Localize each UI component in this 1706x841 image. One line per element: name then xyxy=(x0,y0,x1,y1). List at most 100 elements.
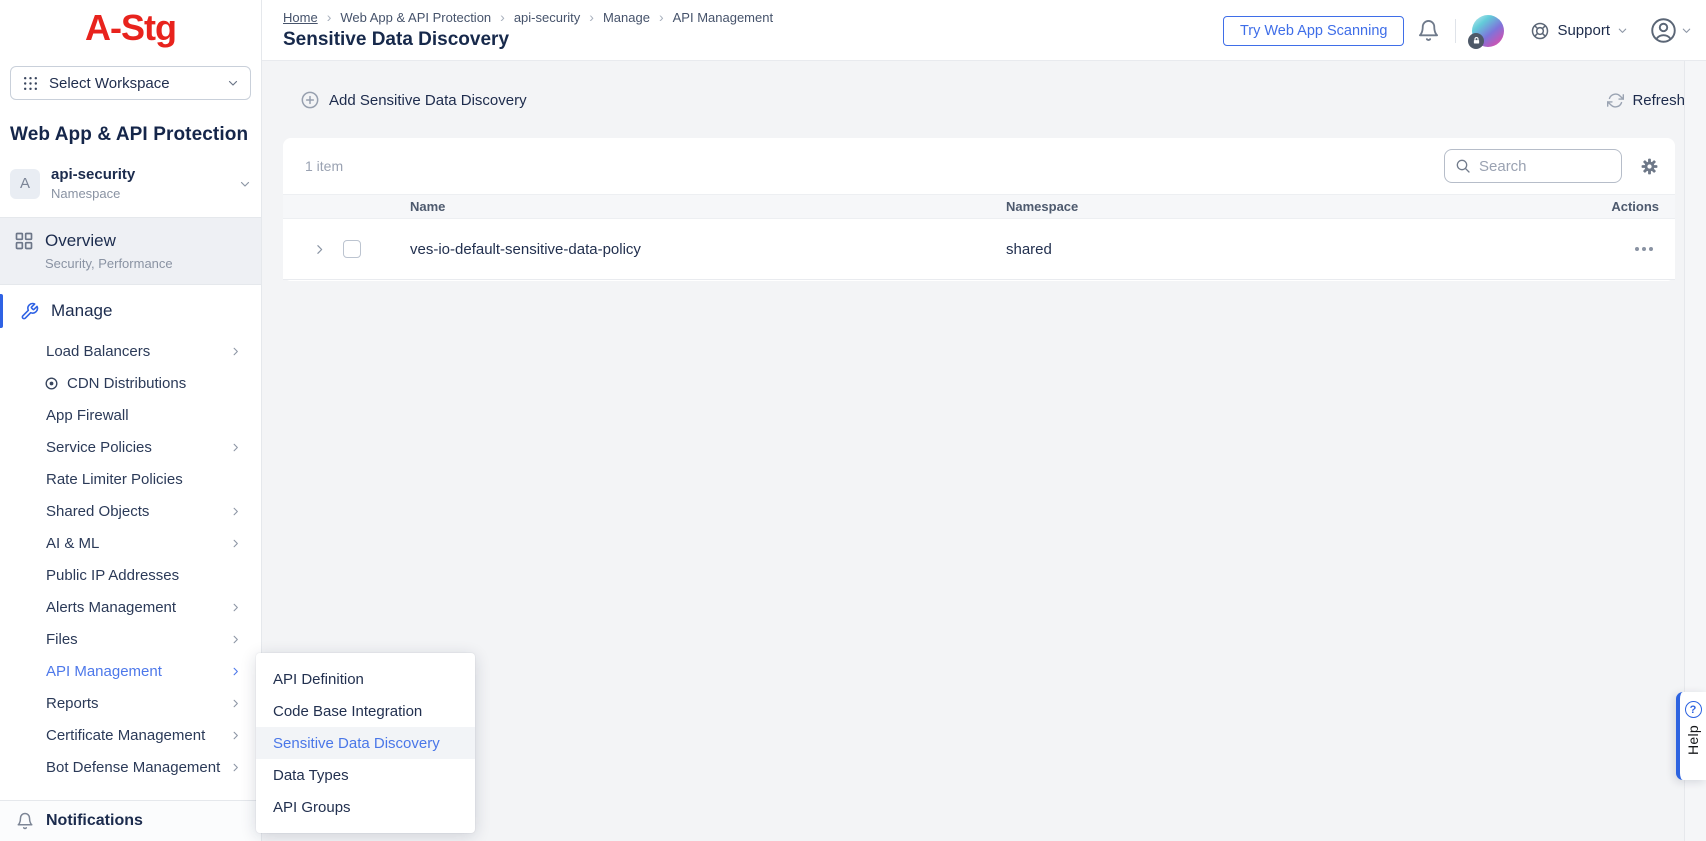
sidebar-item-cdn-distributions[interactable]: CDN Distributions xyxy=(0,367,261,399)
breadcrumb-manage[interactable]: Manage xyxy=(603,10,650,25)
search-input[interactable] xyxy=(1479,157,1599,175)
row-actions-menu-button[interactable] xyxy=(1633,241,1655,257)
content-toolbar: Add Sensitive Data Discovery Refresh xyxy=(300,84,1685,116)
row-namespace: shared xyxy=(1006,240,1052,258)
sidebar-item-alerts-management[interactable]: Alerts Management xyxy=(0,591,261,623)
chevron-down-icon xyxy=(1682,28,1691,33)
breadcrumb-namespace[interactable]: api-security xyxy=(514,10,580,25)
support-label: Support xyxy=(1557,22,1610,39)
flyout-item-api-definition[interactable]: API Definition xyxy=(256,663,475,695)
breadcrumb-api-management[interactable]: API Management xyxy=(673,10,773,25)
api-management-flyout-menu: API Definition Code Base Integration Sen… xyxy=(256,653,475,833)
add-sensitive-data-discovery-button[interactable]: Add Sensitive Data Discovery xyxy=(300,90,527,110)
chevron-right-icon xyxy=(233,539,238,547)
sidebar-item-notifications[interactable]: Notifications xyxy=(0,800,261,841)
support-menu[interactable]: Support xyxy=(1530,21,1628,41)
brand-logo: A-Stg xyxy=(85,7,177,48)
sidebar-section-manage[interactable]: Manage xyxy=(0,285,261,335)
flyout-item-data-types[interactable]: Data Types xyxy=(256,759,475,791)
table-row[interactable]: ves-io-default-sensitive-data-policy sha… xyxy=(283,219,1675,280)
sidebar-item-service-policies[interactable]: Service Policies xyxy=(0,431,261,463)
bell-icon xyxy=(17,812,33,830)
column-header-name[interactable]: Name xyxy=(410,199,1006,214)
lifebuoy-icon xyxy=(1532,22,1549,39)
sidebar-item-public-ip-addresses[interactable]: Public IP Addresses xyxy=(0,559,261,591)
namespace-selector[interactable]: A api-security Namespace xyxy=(10,166,251,201)
breadcrumb-separator: › xyxy=(589,9,594,25)
chevron-right-icon xyxy=(233,763,238,771)
namespace-name: api-security xyxy=(51,166,136,183)
sidebar-item-load-balancers[interactable]: Load Balancers xyxy=(0,335,261,367)
search-icon xyxy=(1456,159,1470,173)
help-label: Help xyxy=(1685,725,1701,755)
breadcrumb-separator: › xyxy=(326,9,332,25)
bell-icon xyxy=(1419,20,1439,41)
user-account-menu[interactable] xyxy=(1650,17,1692,44)
chevron-right-icon xyxy=(233,347,238,355)
header-divider xyxy=(1455,18,1457,43)
header-actions: Try Web App Scanning Support xyxy=(1222,0,1692,61)
wrench-icon xyxy=(21,302,39,319)
chevron-right-icon xyxy=(233,443,238,451)
workspace-selector-label: Select Workspace xyxy=(49,74,170,92)
namespace-info: api-security Namespace xyxy=(51,166,135,201)
grid-dots-icon xyxy=(23,76,38,90)
refresh-label: Refresh xyxy=(1632,91,1685,109)
sidebar-item-files[interactable]: Files xyxy=(0,623,261,655)
sidebar-item-ai-ml[interactable]: AI & ML xyxy=(0,527,261,559)
tenant-avatar[interactable] xyxy=(1468,14,1505,49)
sidebar-item-api-management[interactable]: API Management xyxy=(0,655,261,687)
chevron-down-icon xyxy=(240,181,250,187)
item-count: 1 item xyxy=(305,158,344,174)
breadcrumb: Home › Web App & API Protection › api-se… xyxy=(283,10,773,25)
namespace-label: Namespace xyxy=(51,186,121,201)
overview-grid-icon xyxy=(15,232,33,250)
overview-subtitle: Security, Performance xyxy=(45,256,173,271)
page-title: Sensitive Data Discovery xyxy=(283,29,510,50)
manage-nav: Load Balancers CDN Distributions App Fir… xyxy=(0,335,261,783)
notifications-bell-button[interactable] xyxy=(1417,19,1440,42)
help-tab[interactable]: ? Help xyxy=(1676,692,1706,780)
workspace-selector[interactable]: Select Workspace xyxy=(10,66,251,100)
overview-label: Overview xyxy=(45,231,116,250)
flyout-item-code-base-integration[interactable]: Code Base Integration xyxy=(256,695,475,727)
card-header: 1 item xyxy=(283,138,1675,194)
namespace-avatar: A xyxy=(10,168,40,199)
logo-row: A-Stg xyxy=(0,0,261,56)
search-box[interactable] xyxy=(1444,149,1622,183)
add-button-label: Add Sensitive Data Discovery xyxy=(329,91,527,109)
breadcrumb-waap[interactable]: Web App & API Protection xyxy=(340,10,491,25)
chevron-right-icon xyxy=(233,635,238,643)
column-header-namespace[interactable]: Namespace xyxy=(1006,199,1565,214)
chevron-right-icon xyxy=(233,507,238,515)
sidebar-item-reports[interactable]: Reports xyxy=(0,687,261,719)
chevron-right-icon xyxy=(233,603,238,611)
row-expand-chevron-icon[interactable] xyxy=(313,243,326,256)
refresh-icon xyxy=(1607,92,1625,108)
row-checkbox[interactable] xyxy=(343,240,361,258)
sidebar-item-app-firewall[interactable]: App Firewall xyxy=(0,399,261,431)
chevron-right-icon xyxy=(233,667,238,675)
table-settings-button[interactable] xyxy=(1640,157,1659,176)
user-icon xyxy=(1651,18,1676,43)
refresh-button[interactable]: Refresh xyxy=(1607,92,1685,109)
column-header-actions: Actions xyxy=(1611,199,1659,214)
notifications-label: Notifications xyxy=(46,812,143,829)
sidebar-item-bot-defense-management[interactable]: Bot Defense Management xyxy=(0,751,261,783)
lock-icon xyxy=(1473,37,1480,44)
sidebar-item-overview[interactable]: Overview Security, Performance xyxy=(0,217,261,285)
flyout-item-sensitive-data-discovery[interactable]: Sensitive Data Discovery xyxy=(256,727,475,759)
flyout-item-api-groups[interactable]: API Groups xyxy=(256,791,475,823)
plus-circle-icon xyxy=(301,91,319,109)
sidebar-item-shared-objects[interactable]: Shared Objects xyxy=(0,495,261,527)
chevron-right-icon xyxy=(233,699,238,707)
sidebar-item-certificate-management[interactable]: Certificate Management xyxy=(0,719,261,751)
sidebar-item-rate-limiter-policies[interactable]: Rate Limiter Policies xyxy=(0,463,261,495)
chevron-down-icon xyxy=(1618,28,1627,33)
try-web-app-scanning-button[interactable]: Try Web App Scanning xyxy=(1222,15,1405,46)
row-name[interactable]: ves-io-default-sensitive-data-policy xyxy=(410,241,1006,258)
breadcrumb-home[interactable]: Home xyxy=(283,10,318,25)
sidebar-title: Web App & API Protection xyxy=(10,124,249,145)
cdn-target-icon xyxy=(45,377,58,389)
sensitive-data-discovery-card: 1 item Name Namespace Actions xyxy=(283,138,1675,281)
